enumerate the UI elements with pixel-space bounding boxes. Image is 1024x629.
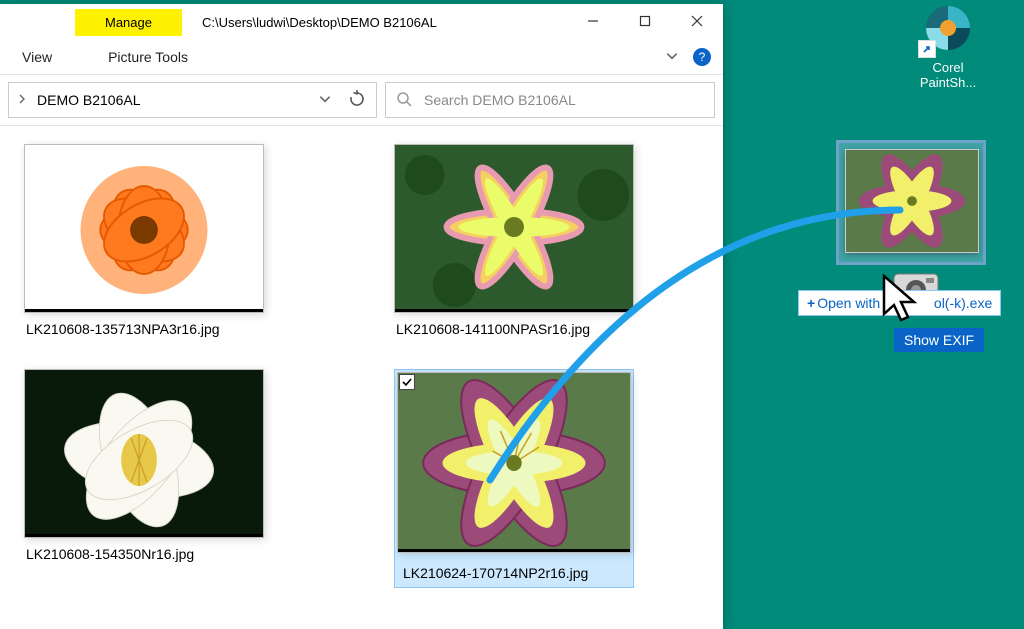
minimize-button[interactable] [567,4,619,38]
file-item[interactable]: LK210608-135713NPA3r16.jpg [24,144,264,337]
desktop-icon-label-selected: Show EXIF [894,328,984,352]
search-placeholder: Search DEMO B2106AL [424,92,576,108]
file-name-label: LK210608-154350Nr16.jpg [24,546,264,562]
plus-icon: + [807,295,815,311]
mouse-cursor-icon [880,274,924,328]
search-input[interactable]: Search DEMO B2106AL [385,82,715,118]
search-icon [396,91,412,110]
drag-ghost [836,140,986,265]
file-item[interactable]: LK210608-141100NPASr16.jpg [394,144,634,337]
file-explorer-window: Manage C:\Users\ludwi\Desktop\DEMO B2106… [0,4,723,629]
breadcrumb-segment[interactable]: DEMO B2106AL [37,92,141,108]
corel-paintshop-icon [920,0,976,56]
breadcrumb[interactable]: DEMO B2106AL [8,82,377,118]
file-name-label: LK210608-135713NPA3r16.jpg [24,321,264,337]
selection-checkbox[interactable] [399,374,415,390]
close-button[interactable] [671,4,723,38]
ribbon-expand-button[interactable] [665,49,679,66]
file-name-label: LK210624-170714NP2r16.jpg [397,561,631,585]
file-item[interactable]: LK210608-154350Nr16.jpg [24,369,264,588]
ribbon-tab-manage[interactable]: Manage [75,9,182,36]
desktop-shortcut-corel[interactable]: Corel PaintSh... [898,0,998,90]
thumbnail-pane[interactable]: LK210608-135713NPA3r16.jpg [0,126,723,629]
picture-tools-tab[interactable]: Picture Tools [108,49,188,65]
title-bar[interactable]: Manage C:\Users\ludwi\Desktop\DEMO B2106… [0,4,723,40]
maximize-button[interactable] [619,4,671,38]
refresh-button[interactable] [348,90,366,111]
file-item-selected[interactable]: LK210624-170714NP2r16.jpg [394,369,634,588]
breadcrumb-history-button[interactable] [318,92,332,109]
window-title-path: C:\Users\ludwi\Desktop\DEMO B2106AL [202,15,437,30]
view-tab[interactable]: View [12,45,62,69]
shortcut-overlay-icon [918,40,936,58]
desktop-icon-label: Corel [898,60,998,75]
help-button[interactable]: ? [693,48,711,66]
ribbon-subbar: View Picture Tools ? [0,40,723,74]
file-name-label: LK210608-141100NPASr16.jpg [394,321,634,337]
desktop-icon-label: PaintSh... [898,75,998,90]
address-bar-row: DEMO B2106AL Search DEMO B2106AL [0,74,723,126]
breadcrumb-chevron-icon[interactable] [17,93,27,108]
